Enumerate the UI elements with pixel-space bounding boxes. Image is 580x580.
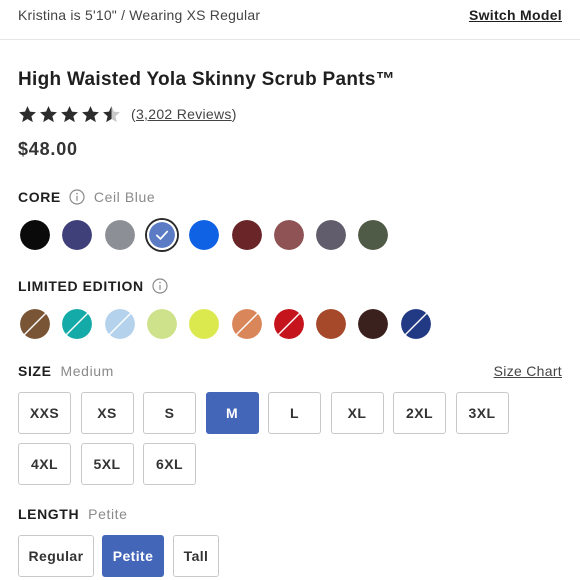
color-swatch[interactable] [146, 220, 177, 250]
size-option-button[interactable]: 3XL [455, 392, 509, 434]
color-swatch[interactable] [62, 220, 93, 250]
star-icon [82, 105, 99, 122]
info-icon[interactable] [69, 189, 85, 205]
length-label: LENGTH [18, 506, 80, 522]
color-swatch[interactable] [400, 309, 431, 339]
color-swatch[interactable] [316, 309, 347, 339]
star-icon [40, 105, 57, 122]
color-swatch[interactable] [104, 220, 135, 250]
color-swatch[interactable] [231, 309, 262, 339]
star-icon [61, 105, 78, 122]
product-title: High Waisted Yola Skinny Scrub Pants™ [18, 69, 396, 90]
color-swatch[interactable] [104, 309, 135, 339]
star-rating [18, 105, 121, 124]
size-option-button[interactable]: 4XL [18, 443, 71, 485]
reviews-link[interactable]: 3,202 Reviews [136, 106, 232, 122]
color-swatch[interactable] [358, 309, 389, 339]
limited-color-label: LIMITED EDITION [18, 278, 168, 294]
color-swatch[interactable] [316, 220, 347, 250]
size-option-button[interactable]: XS [80, 392, 134, 434]
size-label-row: SIZE Medium [18, 363, 114, 379]
star-icon [103, 105, 120, 122]
color-swatch[interactable] [20, 220, 50, 250]
rating-row: (3,202 Reviews) [18, 103, 237, 125]
color-swatch[interactable] [273, 309, 304, 339]
length-option-button[interactable]: Regular [18, 535, 94, 577]
length-label-row: LENGTH Petite [18, 506, 128, 522]
size-option-button[interactable]: 6XL [143, 443, 196, 485]
core-label: CORE [18, 189, 61, 205]
color-swatch[interactable] [62, 309, 93, 339]
color-swatch[interactable] [146, 309, 177, 339]
size-option-button[interactable]: XXS [18, 392, 71, 434]
color-swatch[interactable] [273, 220, 304, 250]
color-swatch[interactable] [189, 220, 220, 250]
product-price: $48.00 [18, 139, 78, 159]
model-info-bar: Kristina is 5'10" / Wearing XS Regular S… [0, 0, 580, 40]
limited-label: LIMITED EDITION [18, 278, 144, 294]
size-chart-link[interactable]: Size Chart [494, 363, 562, 379]
switch-model-link[interactable]: Switch Model [469, 7, 562, 23]
size-selected: Medium [60, 363, 114, 379]
size-option-button[interactable]: L [268, 392, 321, 434]
size-option-button[interactable]: 5XL [80, 443, 134, 485]
length-selected: Petite [88, 506, 128, 522]
reviews-paren-close: ) [231, 106, 237, 122]
model-note: Kristina is 5'10" / Wearing XS Regular [18, 7, 261, 23]
color-swatch[interactable] [20, 309, 50, 339]
core-selected-color: Ceil Blue [93, 189, 156, 205]
reviews-count: (3,202 Reviews) [131, 106, 237, 122]
size-option-button[interactable]: 2XL [393, 392, 446, 434]
size-label: SIZE [18, 363, 52, 379]
length-option-button[interactable]: Tall [173, 535, 219, 577]
info-icon[interactable] [152, 278, 168, 294]
length-option-button[interactable]: Petite [102, 535, 164, 577]
size-option-button[interactable]: M [205, 392, 259, 434]
star-icon [19, 105, 36, 122]
core-color-label: CORE Ceil Blue [18, 189, 155, 205]
color-swatch[interactable] [358, 220, 389, 250]
color-swatch[interactable] [189, 309, 220, 339]
color-swatch[interactable] [231, 220, 262, 250]
size-option-button[interactable]: XL [330, 392, 384, 434]
size-option-button[interactable]: S [143, 392, 196, 434]
